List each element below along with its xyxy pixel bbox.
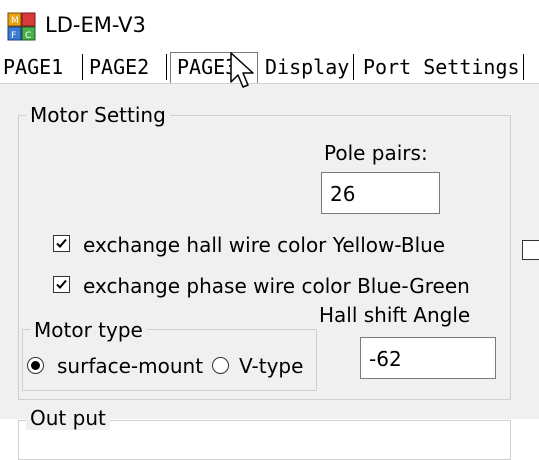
v-type-radio[interactable] <box>212 357 229 374</box>
mouse-cursor-icon <box>230 52 256 96</box>
pole-pairs-input[interactable]: 26 <box>321 172 440 214</box>
tab-page1[interactable]: PAGE1 <box>0 54 82 80</box>
tab-separator <box>523 54 524 80</box>
pole-pairs-label: Pole pairs: <box>324 141 428 165</box>
radio-selected-dot <box>31 361 40 370</box>
tab-separator <box>82 54 83 80</box>
tab-port-settings[interactable]: Port Settings <box>360 54 524 80</box>
tab-separator <box>353 54 354 80</box>
hall-shift-angle-input[interactable]: -62 <box>360 337 496 379</box>
exchange-phase-label[interactable]: exchange phase wire color Blue-Green <box>83 274 476 298</box>
edge-checkbox[interactable] <box>522 240 539 260</box>
exchange-hall-checkbox[interactable] <box>53 235 70 252</box>
checkmark-icon <box>56 279 67 289</box>
surface-mount-radio[interactable] <box>27 357 44 374</box>
app-blocks-icon: M F C <box>7 12 37 42</box>
svg-text:M: M <box>11 16 19 26</box>
output-legend: Out put <box>26 406 110 430</box>
svg-text:F: F <box>11 31 16 41</box>
tab-separator <box>166 54 167 80</box>
exchange-phase-checkbox[interactable] <box>53 276 70 293</box>
checkmark-icon <box>56 238 67 248</box>
hall-shift-angle-label: Hall shift Angle <box>319 303 471 327</box>
v-type-label[interactable]: V-type <box>239 354 303 378</box>
window-title: LD-EM-V3 <box>45 13 146 37</box>
surface-mount-label[interactable]: surface-mount <box>57 354 207 378</box>
motor-setting-legend: Motor Setting <box>26 103 170 127</box>
motor-type-legend: Motor type <box>30 318 147 342</box>
tab-page2[interactable]: PAGE2 <box>86 54 166 80</box>
svg-text:C: C <box>25 31 31 41</box>
tab-display[interactable]: Display <box>262 54 354 80</box>
exchange-hall-label[interactable]: exchange hall wire color Yellow-Blue <box>83 233 456 257</box>
